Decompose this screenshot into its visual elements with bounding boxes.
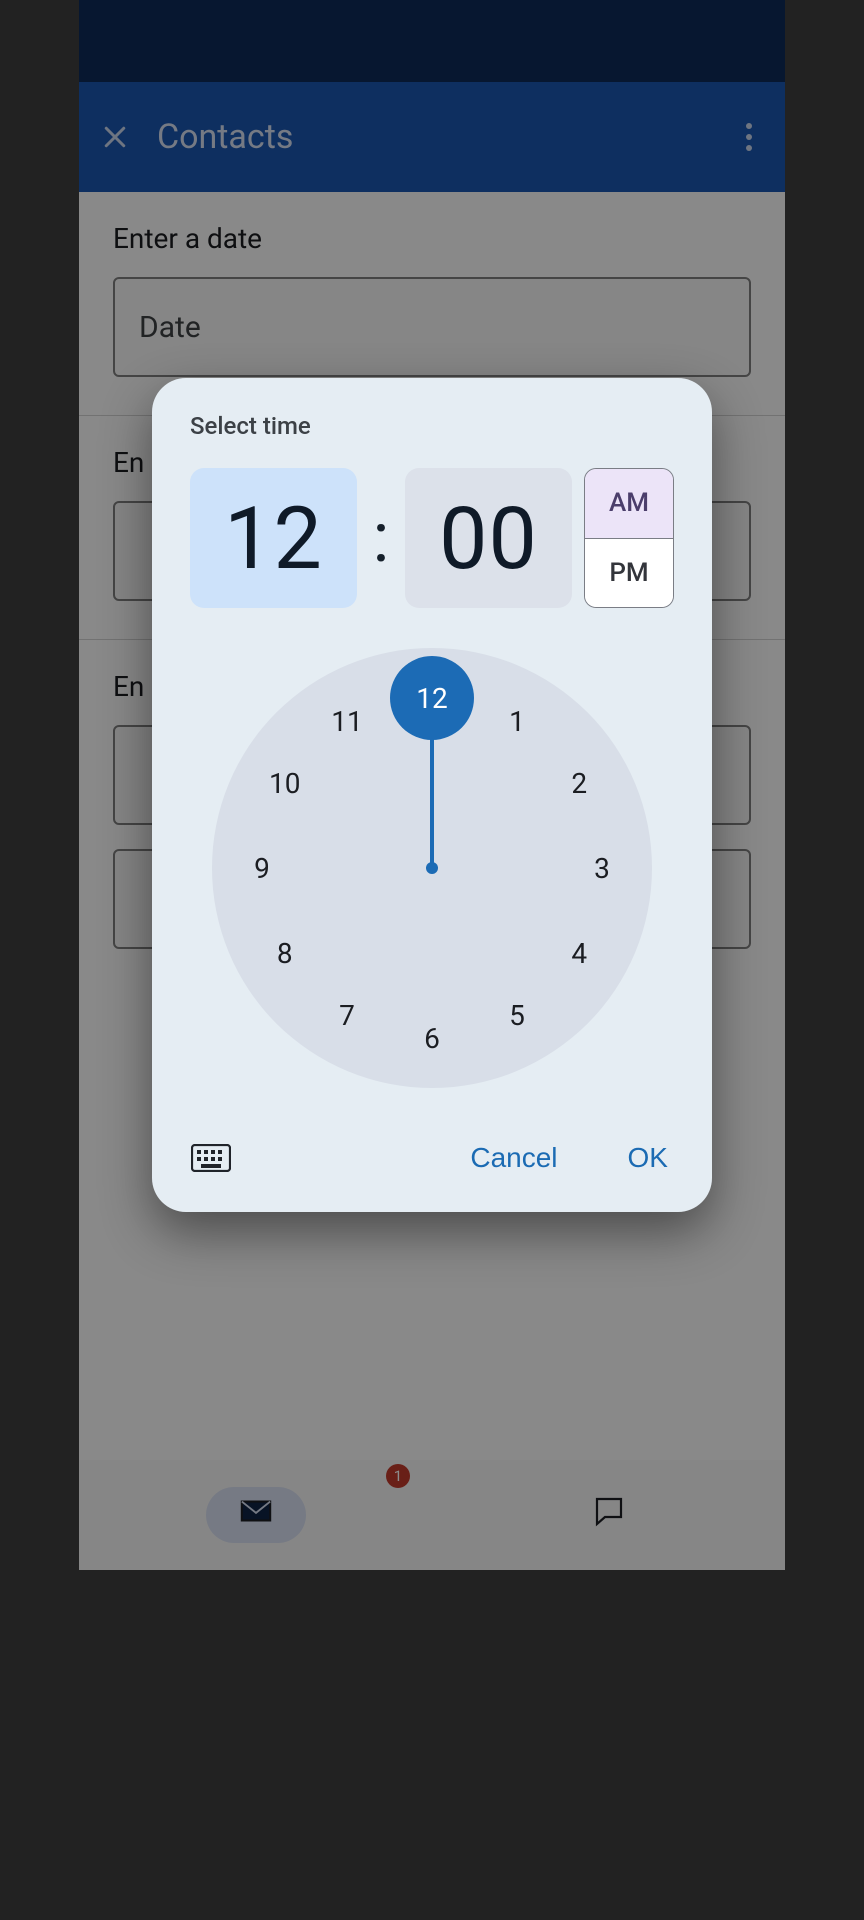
time-picker-dialog: Select time 12 : 00 AM PM 12 12 3 45678 9 10… bbox=[152, 378, 712, 1212]
clock-num-5[interactable]: 5 bbox=[491, 989, 543, 1041]
clock-num-4[interactable]: 4 bbox=[553, 927, 605, 979]
clock-num-3[interactable]: 3 bbox=[576, 842, 628, 894]
am-option[interactable]: AM bbox=[585, 469, 673, 539]
time-separator: : bbox=[369, 497, 393, 579]
minute-display[interactable]: 00 bbox=[405, 468, 572, 608]
clock-num-9[interactable]: 9 bbox=[236, 842, 288, 894]
clock-center bbox=[426, 862, 438, 874]
clock-container: 12 1234567891011 bbox=[190, 636, 674, 1096]
clock-num-8[interactable]: 8 bbox=[259, 927, 311, 979]
clock-num-7[interactable]: 7 bbox=[321, 989, 373, 1041]
keyboard-icon[interactable] bbox=[190, 1143, 232, 1173]
pm-option[interactable]: PM bbox=[585, 539, 673, 608]
time-display-row: 12 : 00 AM PM bbox=[190, 468, 674, 608]
clock-num-12[interactable] bbox=[406, 672, 458, 724]
dialog-title: Select time bbox=[190, 412, 674, 440]
clock-num-11[interactable]: 11 bbox=[321, 695, 373, 747]
cancel-button[interactable]: Cancel bbox=[452, 1130, 575, 1186]
clock-num-1[interactable]: 1 bbox=[491, 695, 543, 747]
clock-num-10[interactable]: 10 bbox=[259, 757, 311, 809]
modal-overlay[interactable]: Select time 12 : 00 AM PM 12 12 3 45678 9 10… bbox=[79, 0, 785, 1570]
ampm-toggle: AM PM bbox=[584, 468, 674, 608]
clock-face[interactable]: 12 1234567891011 bbox=[212, 648, 652, 1088]
clock-num-6[interactable]: 6 bbox=[406, 1012, 458, 1064]
hour-display[interactable]: 12 bbox=[190, 468, 357, 608]
dialog-actions: Cancel OK bbox=[190, 1124, 674, 1186]
clock-num-2[interactable]: 2 bbox=[553, 757, 605, 809]
ok-button[interactable]: OK bbox=[600, 1130, 674, 1186]
